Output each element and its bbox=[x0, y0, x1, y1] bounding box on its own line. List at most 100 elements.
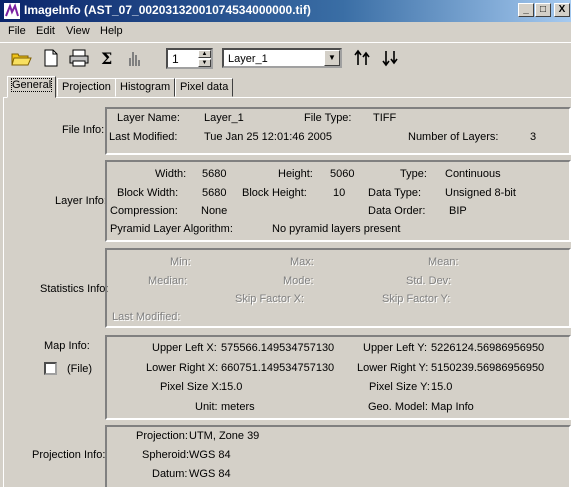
app-icon bbox=[4, 3, 20, 19]
geo-model-label: Geo. Model: bbox=[368, 401, 428, 413]
file-checkbox[interactable] bbox=[44, 362, 57, 375]
layer-select-value: Layer_1 bbox=[228, 53, 268, 65]
data-order-label: Data Order: bbox=[368, 205, 426, 217]
width-label: Width: bbox=[155, 168, 187, 180]
spheroid-label: Spheroid: bbox=[142, 449, 190, 461]
projection-label: Projection: bbox=[136, 430, 188, 442]
chevron-down-icon[interactable]: ▼ bbox=[324, 50, 340, 66]
unit-label: Unit: bbox=[195, 401, 218, 413]
menu-bar: File Edit View Help bbox=[0, 22, 571, 42]
layer-info-label: Layer Info: bbox=[55, 195, 107, 207]
min-label: Min: bbox=[170, 256, 191, 268]
sort-ascending-icon[interactable] bbox=[352, 48, 374, 68]
statistics-info-label: Statistics Info: bbox=[40, 283, 109, 295]
stats-last-modified-label: Last Modified: bbox=[112, 311, 181, 323]
pixel-size-y-label: Pixel Size Y: bbox=[369, 381, 430, 393]
maximize-button[interactable]: □ bbox=[535, 3, 551, 17]
tab-histogram[interactable]: Histogram bbox=[115, 78, 176, 97]
data-type-label: Data Type: bbox=[368, 187, 421, 199]
tab-general[interactable]: General bbox=[7, 76, 57, 98]
upper-left-x-value: 575566.149534757130 bbox=[221, 342, 335, 354]
last-modified-label: Last Modified: bbox=[109, 131, 178, 143]
menu-file[interactable]: File bbox=[8, 25, 26, 37]
last-modified-value: Tue Jan 25 12:01:46 2005 bbox=[204, 131, 333, 143]
layer-info-box: Width: 5680 Height: 5060 Type: Continuou… bbox=[105, 160, 571, 242]
histogram-icon[interactable] bbox=[124, 48, 146, 68]
skip-factor-x-label: Skip Factor X: bbox=[235, 293, 305, 305]
file-info-label: File Info: bbox=[62, 124, 105, 136]
layer-name-label: Layer Name: bbox=[117, 112, 180, 124]
spin-up-button[interactable]: ▲ bbox=[198, 50, 211, 58]
menu-view[interactable]: View bbox=[66, 25, 90, 37]
max-label: Max: bbox=[290, 256, 314, 268]
close-button[interactable]: X bbox=[554, 3, 570, 17]
sort-descending-icon[interactable] bbox=[380, 48, 402, 68]
pixel-size-x-label: Pixel Size X: bbox=[160, 381, 222, 393]
imageinfo-window: ImageInfo (AST_07_0020313200107453400000… bbox=[0, 0, 571, 487]
minimize-button[interactable]: _ bbox=[518, 3, 534, 17]
new-document-icon[interactable] bbox=[40, 48, 62, 68]
title-bar[interactable]: ImageInfo (AST_07_0020313200107453400000… bbox=[0, 0, 571, 22]
projection-value: UTM, Zone 39 bbox=[189, 430, 260, 442]
mean-label: Mean: bbox=[428, 256, 459, 268]
spin-down-button[interactable]: ▼ bbox=[198, 59, 211, 67]
layer-select[interactable]: Layer_1 ▼ bbox=[222, 48, 342, 68]
height-label: Height: bbox=[278, 168, 313, 180]
projection-info-label: Projection Info: bbox=[32, 449, 106, 461]
tab-projection[interactable]: Projection bbox=[57, 78, 116, 97]
upper-left-y-label: Upper Left Y: bbox=[363, 342, 428, 354]
data-order-value: BIP bbox=[449, 205, 467, 217]
block-height-label: Block Height: bbox=[242, 187, 307, 199]
compression-label: Compression: bbox=[110, 205, 178, 217]
datum-value: WGS 84 bbox=[189, 468, 231, 480]
data-type-value: Unsigned 8-bit bbox=[445, 187, 516, 199]
block-width-value: 5680 bbox=[202, 187, 227, 199]
map-info-label: Map Info: bbox=[44, 340, 90, 352]
open-folder-icon[interactable] bbox=[10, 48, 32, 68]
num-layers-label: Number of Layers: bbox=[408, 131, 499, 143]
median-label: Median: bbox=[148, 275, 188, 287]
layer-number-value: 1 bbox=[172, 52, 179, 66]
upper-left-x-label: Upper Left X: bbox=[152, 342, 217, 354]
pyramid-label: Pyramid Layer Algorithm: bbox=[110, 223, 233, 235]
lower-right-y-value: 5150239.56986956950 bbox=[431, 362, 545, 374]
svg-text:Σ: Σ bbox=[101, 49, 112, 68]
sigma-icon[interactable]: Σ bbox=[96, 48, 118, 68]
num-layers-value: 3 bbox=[530, 131, 537, 143]
window-title: ImageInfo (AST_07_0020313200107453400000… bbox=[24, 3, 311, 17]
layer-number-spinner[interactable]: 1 ▲ ▼ bbox=[166, 48, 213, 69]
projection-info-box: Projection: UTM, Zone 39 Spheroid: WGS 8… bbox=[105, 425, 571, 487]
block-width-label: Block Width: bbox=[117, 187, 179, 199]
tab-pixel-data[interactable]: Pixel data bbox=[175, 78, 234, 97]
pixel-size-x-value: 15.0 bbox=[221, 381, 243, 393]
type-value: Continuous bbox=[445, 168, 501, 180]
width-value: 5680 bbox=[202, 168, 227, 180]
geo-model-value: Map Info bbox=[431, 401, 474, 413]
pyramid-value: No pyramid layers present bbox=[272, 223, 401, 235]
file-type-value: TIFF bbox=[373, 112, 397, 124]
lower-right-y-label: Lower Right Y: bbox=[357, 362, 429, 374]
pixel-size-y-value: 15.0 bbox=[431, 381, 453, 393]
block-height-value: 10 bbox=[333, 187, 346, 199]
statistics-info-box: Min: Max: Mean: Median: Mode: Std. Dev: … bbox=[105, 248, 571, 328]
layer-name-value: Layer_1 bbox=[204, 112, 244, 124]
datum-label: Datum: bbox=[152, 468, 188, 480]
menu-help[interactable]: Help bbox=[100, 25, 123, 37]
file-info-box: Layer Name: Layer_1 File Type: TIFF Last… bbox=[105, 107, 571, 155]
type-label: Type: bbox=[400, 168, 427, 180]
height-value: 5060 bbox=[330, 168, 355, 180]
spheroid-value: WGS 84 bbox=[189, 449, 231, 461]
std-dev-label: Std. Dev: bbox=[406, 275, 452, 287]
map-info-box: Upper Left X: 575566.149534757130 Upper … bbox=[105, 335, 571, 420]
compression-value: None bbox=[201, 205, 228, 217]
mode-label: Mode: bbox=[283, 275, 314, 287]
file-type-label: File Type: bbox=[304, 112, 352, 124]
file-checkbox-label: (File) bbox=[67, 363, 93, 375]
lower-right-x-value: 660751.149534757130 bbox=[221, 362, 335, 374]
skip-factor-y-label: Skip Factor Y: bbox=[382, 293, 451, 305]
menu-edit[interactable]: Edit bbox=[36, 25, 55, 37]
print-icon[interactable] bbox=[68, 48, 90, 68]
lower-right-x-label: Lower Right X: bbox=[146, 362, 219, 374]
upper-left-y-value: 5226124.56986956950 bbox=[431, 342, 545, 354]
unit-value: meters bbox=[221, 401, 255, 413]
